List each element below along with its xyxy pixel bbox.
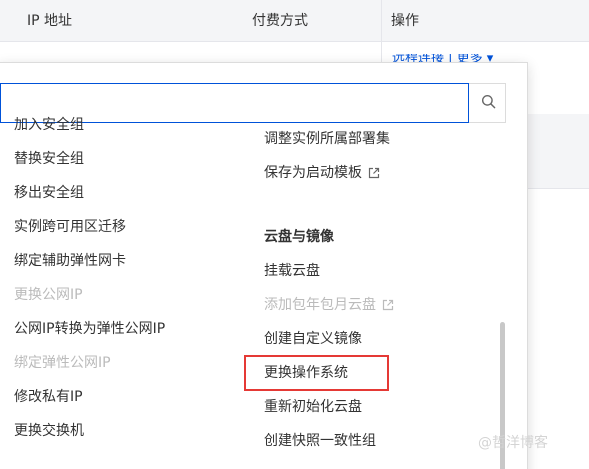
menu-item-leave-security-group[interactable]: 移出安全组 <box>14 176 84 210</box>
menu-item-change-vswitch[interactable]: 更换交换机 <box>14 414 84 448</box>
table-header: IP 地址 付费方式 操作 <box>0 0 589 42</box>
column-header-ip: IP 地址 <box>27 13 73 29</box>
column-header-actions: 操作 <box>391 13 419 29</box>
column-header-payment: 付费方式 <box>252 13 308 29</box>
menu-item-create-custom-image[interactable]: 创建自定义镜像 <box>264 322 362 356</box>
more-actions-dropdown: 加入安全组 替换安全组 移出安全组 实例跨可用区迁移 绑定辅助弹性网卡 更换公网… <box>0 62 528 469</box>
watermark: @哲洋博客 <box>478 435 548 451</box>
menu-item-bind-secondary-eni[interactable]: 绑定辅助弹性网卡 <box>14 244 126 278</box>
menu-item-label: 添加包年包月云盘 <box>264 297 376 313</box>
external-link-icon <box>382 290 394 324</box>
scrollbar[interactable] <box>499 138 507 469</box>
menu-item-label: 保存为启动模板 <box>264 165 362 181</box>
menu-item-bind-eip: 绑定弹性公网IP <box>14 355 111 371</box>
external-link-icon <box>368 158 380 192</box>
menu-item-change-public-ip: 更换公网IP <box>14 287 83 303</box>
search-icon <box>481 94 496 113</box>
menu-item-change-deployment-set[interactable]: 调整实例所属部署集 <box>264 122 390 156</box>
menu-item-join-security-group[interactable]: 加入安全组 <box>14 108 84 142</box>
menu-item-add-subscription-disk: 添加包年包月云盘 <box>264 288 394 322</box>
menu-item-replace-security-group[interactable]: 替换安全组 <box>14 142 84 176</box>
highlight-annotation <box>244 355 389 391</box>
menu-item-convert-to-eip[interactable]: 公网IP转换为弹性公网IP <box>14 312 165 346</box>
menu-item-create-snapshot-group[interactable]: 创建快照一致性组 <box>264 424 376 458</box>
search-button[interactable] <box>470 84 506 122</box>
menu-item-modify-private-ip[interactable]: 修改私有IP <box>14 380 83 414</box>
menu-item-migrate-zone[interactable]: 实例跨可用区迁移 <box>14 210 126 244</box>
menu-item-reinit-disk[interactable]: 重新初始化云盘 <box>264 390 362 424</box>
menu-item-attach-disk[interactable]: 挂载云盘 <box>264 254 320 288</box>
menu-item-save-launch-template[interactable]: 保存为启动模板 <box>264 156 380 190</box>
menu-group-disk-and-image: 云盘与镜像 <box>264 229 334 245</box>
